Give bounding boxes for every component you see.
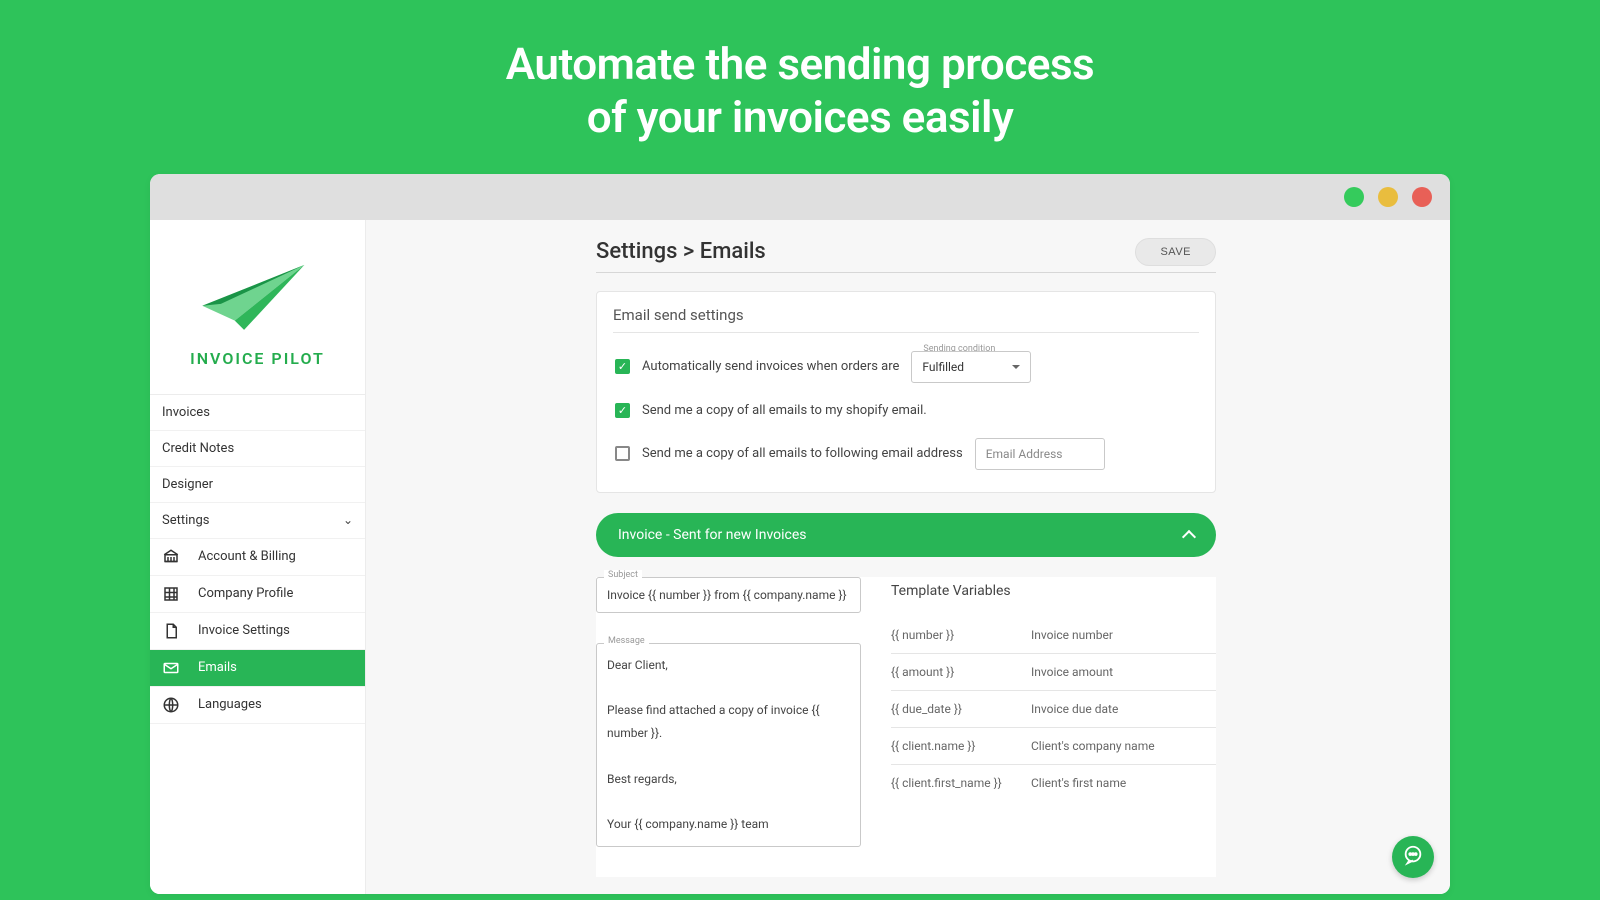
nav-settings-label: Settings: [162, 513, 209, 528]
tv-key: {{ due_date }}: [891, 702, 1031, 716]
main: Settings > Emails SAVE Email send settin…: [366, 220, 1450, 894]
chevron-up-icon: [1182, 530, 1196, 544]
nav-sub-emails-label: Emails: [198, 660, 237, 675]
message-field: Message Dear Client, Please find attache…: [596, 643, 861, 847]
copy-email-checkbox[interactable]: [615, 446, 630, 461]
copy-shopify-label: Send me a copy of all emails to my shopi…: [642, 403, 927, 418]
accordion-body: Subject Message Dear Client, Please find…: [596, 577, 1216, 877]
nav-sub-account-label: Account & Billing: [198, 549, 296, 564]
nav-sub-invoice-settings[interactable]: Invoice Settings: [150, 613, 365, 650]
tv-key: {{ amount }}: [891, 665, 1031, 679]
auto-send-label: Automatically send invoices when orders …: [642, 359, 899, 374]
browser-window: INVOICE PILOT Invoices Credit Notes Desi…: [150, 174, 1450, 894]
subject-float-label: Subject: [604, 570, 642, 580]
grid-icon: [162, 585, 180, 603]
brand-name: INVOICE PILOT: [190, 349, 325, 368]
traffic-light-yellow[interactable]: [1378, 187, 1398, 207]
condition-select[interactable]: Fulfilled: [911, 351, 1031, 383]
nav-sub-languages-label: Languages: [198, 697, 262, 712]
copy-email-label: Send me a copy of all emails to followin…: [642, 446, 963, 461]
tv-row: {{ client.name }} Client's company name: [891, 728, 1216, 765]
hero-line2: of your invoices easily: [0, 91, 1600, 144]
nav-credit-notes[interactable]: Credit Notes: [150, 431, 365, 467]
window-titlebar: [150, 174, 1450, 220]
message-textarea[interactable]: Dear Client, Please find attached a copy…: [596, 643, 861, 847]
nav-sub-invoice-settings-label: Invoice Settings: [198, 623, 290, 638]
app-shell: INVOICE PILOT Invoices Credit Notes Desi…: [150, 220, 1450, 894]
chat-icon: [1402, 844, 1424, 870]
template-variables: Template Variables {{ number }} Invoice …: [891, 577, 1216, 877]
tv-val: Client's company name: [1031, 739, 1155, 753]
bank-icon: [162, 548, 180, 566]
auto-send-checkbox[interactable]: [615, 359, 630, 374]
tv-key: {{ client.name }}: [891, 739, 1031, 753]
subject-input[interactable]: [596, 577, 861, 613]
subject-field: Subject: [596, 577, 861, 613]
mail-icon: [162, 659, 180, 677]
sidebar: INVOICE PILOT Invoices Credit Notes Desi…: [150, 220, 366, 894]
nav-sub-company-label: Company Profile: [198, 586, 293, 601]
tv-key: {{ client.first_name }}: [891, 776, 1031, 790]
hero-line1: Automate the sending process: [0, 38, 1600, 91]
hero-headline: Automate the sending process of your inv…: [0, 0, 1600, 174]
nav-sub-emails[interactable]: Emails: [150, 650, 365, 687]
nav-sub-account[interactable]: Account & Billing: [150, 539, 365, 576]
chat-fab[interactable]: [1392, 836, 1434, 878]
logo-icon: [193, 245, 323, 339]
breadcrumb: Settings > Emails: [596, 239, 766, 264]
nav-designer[interactable]: Designer: [150, 467, 365, 503]
nav-sub-company[interactable]: Company Profile: [150, 576, 365, 613]
tv-val: Invoice due date: [1031, 702, 1118, 716]
card-title: Email send settings: [613, 306, 1199, 333]
page-head: Settings > Emails SAVE: [596, 238, 1216, 273]
tv-row: {{ client.first_name }} Client's first n…: [891, 765, 1216, 801]
tv-val: Invoice number: [1031, 628, 1113, 642]
tv-key: {{ number }}: [891, 628, 1031, 642]
nav-sub-languages[interactable]: Languages: [150, 687, 365, 724]
copy-shopify-row: Send me a copy of all emails to my shopi…: [615, 403, 1197, 418]
condition-field: Sending condition Fulfilled: [911, 351, 1031, 383]
tv-row: {{ number }} Invoice number: [891, 617, 1216, 654]
traffic-light-red[interactable]: [1412, 187, 1432, 207]
email-send-settings-card: Email send settings Automatically send i…: [596, 291, 1216, 493]
message-float-label: Message: [604, 636, 649, 646]
brand-block: INVOICE PILOT: [150, 220, 365, 395]
save-button[interactable]: SAVE: [1135, 238, 1216, 266]
chevron-down-icon: ⌄: [343, 513, 353, 527]
file-icon: [162, 622, 180, 640]
tv-title: Template Variables: [891, 583, 1216, 599]
tv-row: {{ due_date }} Invoice due date: [891, 691, 1216, 728]
accordion-invoice-sent[interactable]: Invoice - Sent for new Invoices: [596, 513, 1216, 557]
globe-icon: [162, 696, 180, 714]
copy-email-row: Send me a copy of all emails to followin…: [615, 438, 1197, 470]
copy-shopify-checkbox[interactable]: [615, 403, 630, 418]
tv-val: Client's first name: [1031, 776, 1126, 790]
accordion-title: Invoice - Sent for new Invoices: [618, 527, 807, 543]
tv-row: {{ amount }} Invoice amount: [891, 654, 1216, 691]
tv-val: Invoice amount: [1031, 665, 1113, 679]
traffic-light-green[interactable]: [1344, 187, 1364, 207]
nav: Invoices Credit Notes Designer Settings …: [150, 395, 365, 724]
nav-settings[interactable]: Settings ⌄: [150, 503, 365, 539]
auto-send-row: Automatically send invoices when orders …: [615, 351, 1197, 383]
copy-email-input[interactable]: Email Address: [975, 438, 1105, 470]
nav-invoices[interactable]: Invoices: [150, 395, 365, 431]
